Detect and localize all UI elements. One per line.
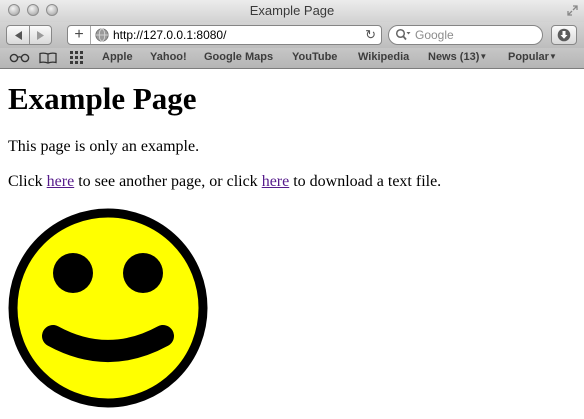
title-bar: Example Page xyxy=(0,0,584,22)
another-page-link[interactable]: here xyxy=(47,173,75,190)
download-text-file-link[interactable]: here xyxy=(262,173,290,190)
plus-icon[interactable]: + xyxy=(68,26,91,44)
reload-icon[interactable]: ↻ xyxy=(365,27,376,43)
reading-glasses-icon[interactable] xyxy=(9,53,30,63)
chevron-down-icon: ▼ xyxy=(479,52,488,61)
bookmark-popular-menu[interactable]: Popular▼ xyxy=(508,51,557,63)
links-suffix: to download a text file. xyxy=(289,173,442,190)
window-title: Example Page xyxy=(249,3,335,18)
forward-icon[interactable] xyxy=(35,30,46,41)
smiley-face-image xyxy=(8,208,208,408)
links-prefix: Click xyxy=(8,173,47,190)
links-paragraph: Click here to see another page, or click… xyxy=(8,173,441,191)
grid-icon[interactable] xyxy=(70,51,84,64)
resize-icon[interactable] xyxy=(567,5,578,16)
smiley-right-eye xyxy=(123,253,163,293)
page-heading: Example Page xyxy=(8,81,197,116)
search-field[interactable]: Google xyxy=(388,25,543,45)
back-icon[interactable] xyxy=(13,30,24,41)
book-icon[interactable] xyxy=(39,52,57,64)
intro-paragraph: This page is only an example. xyxy=(8,138,200,155)
address-bar[interactable]: + http://127.0.0.1:8080/ ↻ xyxy=(67,25,382,45)
search-placeholder: Google xyxy=(415,28,454,42)
nav-buttons xyxy=(6,25,52,45)
download-icon xyxy=(557,28,571,42)
bookmark-apple[interactable]: Apple xyxy=(102,51,133,63)
links-middle: to see another page, or click xyxy=(74,173,262,190)
smiley-face xyxy=(8,208,208,408)
search-icon xyxy=(395,28,411,41)
bookmark-google-maps[interactable]: Google Maps xyxy=(204,51,273,63)
bookmark-wikipedia[interactable]: Wikipedia xyxy=(358,51,409,63)
page-content: Example Page This page is only an exampl… xyxy=(0,69,584,419)
bookmark-youtube[interactable]: YouTube xyxy=(292,51,337,63)
url-text[interactable]: http://127.0.0.1:8080/ xyxy=(113,28,226,42)
bookmark-popular-label: Popular xyxy=(508,51,549,63)
bookmark-news-label: News (13) xyxy=(428,51,480,63)
bookmark-news-menu[interactable]: News (13)▼ xyxy=(428,51,487,63)
bookmarks-bar: Apple Yahoo! Google Maps YouTube Wikiped… xyxy=(0,48,584,69)
browser-window: Example Page + http://127.0.0.1:8080/ ↻ xyxy=(0,0,584,419)
downloads-button[interactable] xyxy=(551,25,577,45)
smiley-left-eye xyxy=(53,253,93,293)
bookmark-yahoo[interactable]: Yahoo! xyxy=(150,51,187,63)
chevron-down-icon: ▼ xyxy=(548,52,557,61)
toolbar: + http://127.0.0.1:8080/ ↻ Google xyxy=(0,22,584,48)
globe-icon xyxy=(95,28,109,42)
